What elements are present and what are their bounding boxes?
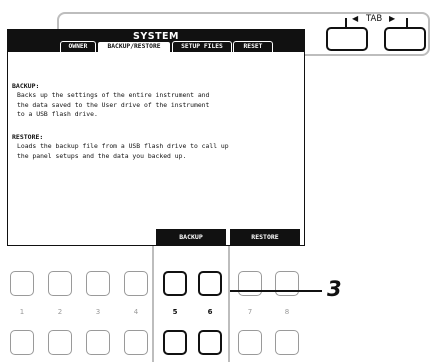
lower-button-6[interactable] xyxy=(198,330,222,355)
backup-line: the data saved to the User drive of the … xyxy=(17,100,210,109)
arrow-left-icon: ◀ xyxy=(352,14,359,23)
arrow-right-icon: ▶ xyxy=(389,14,396,23)
tab-label: TAB xyxy=(366,14,383,24)
upper-button-5[interactable] xyxy=(163,271,187,296)
upper-button-6[interactable] xyxy=(198,271,222,296)
tab-reset[interactable]: RESET xyxy=(233,41,273,52)
lower-button-5[interactable] xyxy=(163,330,187,355)
backup-heading: BACKUP: xyxy=(12,82,40,90)
button-number: 4 xyxy=(133,308,139,316)
backup-line: Backs up the settings of the entire inst… xyxy=(17,91,210,99)
restore-line: Loads the backup file from a USB flash d… xyxy=(17,142,229,150)
lower-button-1[interactable] xyxy=(10,330,34,355)
step-callout-line xyxy=(230,290,322,292)
upper-button-8[interactable] xyxy=(275,271,299,296)
tab-backup-restore[interactable]: BACKUP/RESTORE xyxy=(97,41,171,52)
button-number: 7 xyxy=(247,308,253,316)
button-number: 8 xyxy=(284,308,290,316)
step-number: 3 xyxy=(327,277,342,301)
lower-button-2[interactable] xyxy=(48,330,72,355)
backup-line: to a USB flash drive. xyxy=(17,110,98,118)
button-number: 5 xyxy=(172,308,178,316)
tab-right-tick xyxy=(406,18,408,27)
lower-button-3[interactable] xyxy=(86,330,110,355)
upper-button-3[interactable] xyxy=(86,271,110,296)
upper-button-1[interactable] xyxy=(10,271,34,296)
button-number: 1 xyxy=(19,308,25,316)
restore-description: Loads the backup file from a USB flash d… xyxy=(17,142,229,161)
lower-button-7[interactable] xyxy=(238,330,262,355)
tab-right-button[interactable] xyxy=(384,27,426,51)
upper-button-4[interactable] xyxy=(124,271,148,296)
tab-setup-files[interactable]: SETUP FILES xyxy=(172,41,232,52)
upper-button-2[interactable] xyxy=(48,271,72,296)
restore-line: the panel setups and the data you backed… xyxy=(17,151,187,160)
tab-left-button[interactable] xyxy=(326,27,368,51)
lower-button-8[interactable] xyxy=(275,330,299,355)
backup-button[interactable]: BACKUP xyxy=(156,229,226,245)
button-number: 3 xyxy=(95,308,101,316)
upper-button-7[interactable] xyxy=(238,271,262,296)
tab-owner[interactable]: OWNER xyxy=(60,41,96,52)
lower-button-4[interactable] xyxy=(124,330,148,355)
lcd-screen: SYSTEM OWNER BACKUP/RESTORE SETUP FILES … xyxy=(7,29,305,246)
restore-button[interactable]: RESTORE xyxy=(230,229,300,245)
restore-heading: RESTORE: xyxy=(12,133,44,141)
button-number: 6 xyxy=(207,308,213,316)
tab-left-tick xyxy=(345,18,347,27)
backup-description: Backs up the settings of the entire inst… xyxy=(17,91,209,120)
button-number: 2 xyxy=(57,308,63,316)
